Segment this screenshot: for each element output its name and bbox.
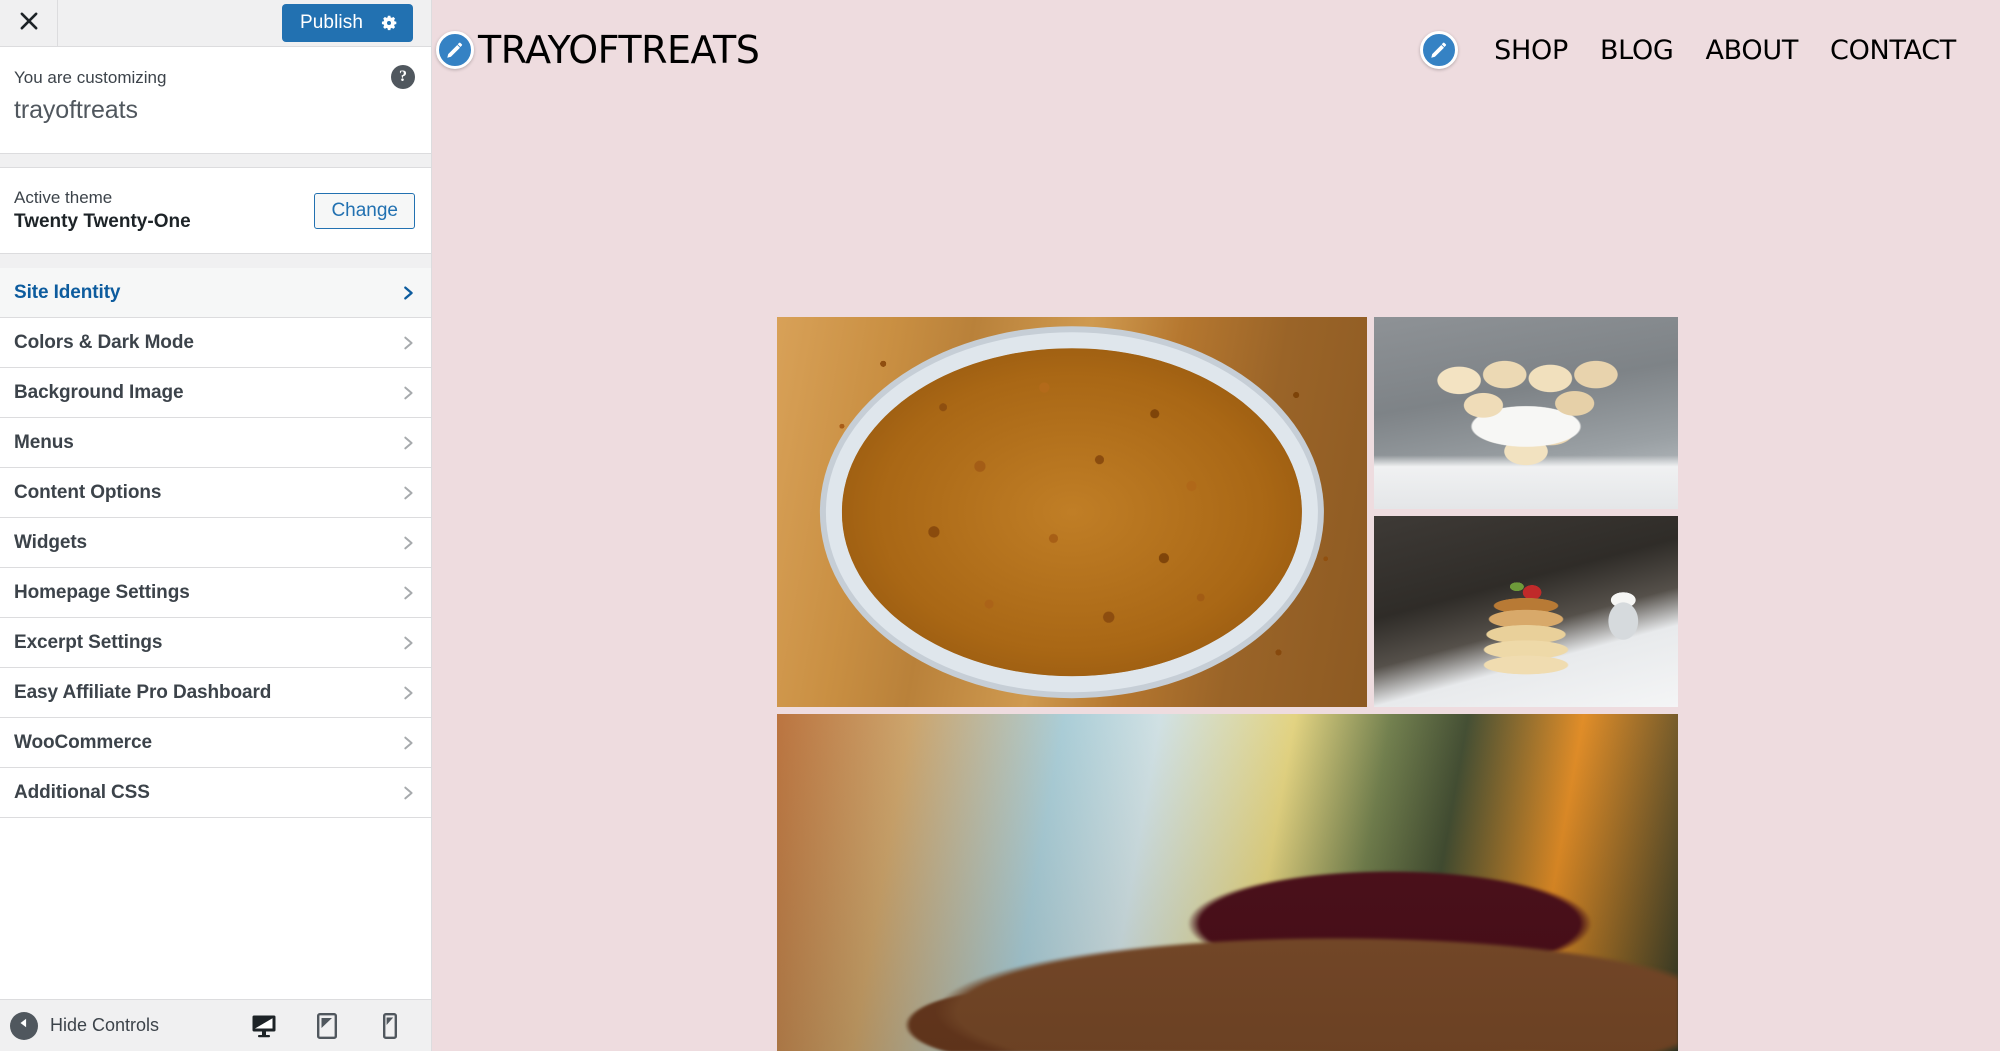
mobile-preview-icon[interactable] xyxy=(375,1011,405,1041)
help-button[interactable]: ? xyxy=(391,65,415,89)
nav-item-blog[interactable]: BLOG xyxy=(1584,35,1690,66)
desktop-preview-icon[interactable] xyxy=(249,1011,279,1041)
collapse-left-arrow-icon xyxy=(17,1016,31,1035)
header-spacer xyxy=(58,0,282,46)
nav-item-about[interactable]: ABOUT xyxy=(1690,35,1815,66)
sidebar-item-colors-dark-mode[interactable]: Colors & Dark Mode xyxy=(0,318,431,368)
panel-label: Widgets xyxy=(14,531,88,553)
chevron-right-icon xyxy=(399,734,417,752)
customizer-app: Publish You are customizing trayoftreats… xyxy=(0,0,2000,1051)
chevron-right-icon xyxy=(399,484,417,502)
primary-navigation: SHOP BLOG ABOUT CONTACT xyxy=(1478,35,1956,66)
change-theme-button[interactable]: Change xyxy=(314,192,415,229)
publish-button[interactable]: Publish xyxy=(281,4,413,42)
site-branding: TRAYOFTREATS xyxy=(436,28,760,72)
nav-item-shop[interactable]: SHOP xyxy=(1478,35,1584,66)
sidebar-item-background-image[interactable]: Background Image xyxy=(0,368,431,418)
sidebar-item-menus[interactable]: Menus xyxy=(0,418,431,468)
customizing-label: You are customizing xyxy=(14,68,167,87)
publish-button-label: Publish xyxy=(299,12,363,33)
gallery-photo xyxy=(1374,317,1678,509)
sidebar-item-content-options[interactable]: Content Options xyxy=(0,468,431,518)
gallery-right-column xyxy=(1374,317,1678,707)
active-theme-row: Active theme Twenty Twenty-One Change xyxy=(0,168,431,254)
active-theme-label: Active theme xyxy=(14,188,113,207)
nav-menu-pencil-edit-icon[interactable] xyxy=(1420,31,1459,69)
publish-area: Publish xyxy=(281,0,431,46)
chevron-right-icon xyxy=(399,784,417,802)
sidebar-item-additional-css[interactable]: Additional CSS xyxy=(0,768,431,818)
hide-controls-label[interactable]: Hide Controls xyxy=(50,1015,159,1036)
close-x-icon xyxy=(18,10,40,37)
gallery-image-cherry-cheesecake[interactable] xyxy=(777,714,1678,1051)
active-theme-text: Active theme Twenty Twenty-One xyxy=(14,186,191,235)
customizer-sidebar: Publish You are customizing trayoftreats… xyxy=(0,0,432,1051)
gallery-image-caramel-pie[interactable] xyxy=(777,317,1367,707)
panels-top-strip xyxy=(0,254,431,268)
gallery-photo xyxy=(777,714,1678,1051)
panel-label: Menus xyxy=(14,431,74,453)
site-preview-frame[interactable]: TRAYOFTREATS SHOP BLOG ABOUT CONTACT xyxy=(432,0,2000,1051)
panel-label: Excerpt Settings xyxy=(14,631,163,653)
sidebar-item-site-identity[interactable]: Site Identity xyxy=(0,268,431,318)
sidebar-item-easy-affiliate-pro-dashboard[interactable]: Easy Affiliate Pro Dashboard xyxy=(0,668,431,718)
chevron-right-icon xyxy=(399,384,417,402)
section-divider-strip xyxy=(0,154,431,168)
chevron-right-icon xyxy=(399,284,417,302)
customizer-footer: Hide Controls xyxy=(0,999,431,1051)
image-gallery xyxy=(777,317,1678,1051)
chevron-right-icon xyxy=(399,684,417,702)
sidebar-item-woocommerce[interactable]: WooCommerce xyxy=(0,718,431,768)
sidebar-item-widgets[interactable]: Widgets xyxy=(0,518,431,568)
customizing-info-block: You are customizing trayoftreats ? xyxy=(0,47,431,154)
customizer-header-bar: Publish xyxy=(0,0,431,47)
gallery-photo xyxy=(1374,515,1678,707)
customizer-panel-list: Site Identity Colors & Dark Mode Backgro… xyxy=(0,268,431,999)
device-preview-buttons xyxy=(249,1011,417,1041)
site-header: TRAYOFTREATS SHOP BLOG ABOUT CONTACT xyxy=(432,0,2000,100)
collapse-sidebar-button[interactable] xyxy=(10,1011,38,1040)
panel-label: Content Options xyxy=(14,481,162,503)
gallery-image-pancake-stack[interactable] xyxy=(1374,515,1678,707)
gallery-image-powdered-donuts[interactable] xyxy=(1374,317,1678,509)
panel-label: Additional CSS xyxy=(14,781,150,803)
site-title: TRAYOFTREATS xyxy=(478,28,760,72)
chevron-right-icon xyxy=(399,584,417,602)
gear-icon[interactable] xyxy=(379,13,399,33)
active-theme-name: Twenty Twenty-One xyxy=(14,211,191,232)
panel-label: Background Image xyxy=(14,381,184,403)
chevron-right-icon xyxy=(399,534,417,552)
site-nav-area: SHOP BLOG ABOUT CONTACT xyxy=(1420,31,1956,69)
chevron-right-icon xyxy=(399,434,417,452)
panel-label: Easy Affiliate Pro Dashboard xyxy=(14,681,272,703)
chevron-right-icon xyxy=(399,634,417,652)
sidebar-item-homepage-settings[interactable]: Homepage Settings xyxy=(0,568,431,618)
panel-label: Site Identity xyxy=(14,281,121,303)
panel-label: WooCommerce xyxy=(14,731,152,753)
nav-item-contact[interactable]: CONTACT xyxy=(1814,35,1956,66)
customizing-site-name: trayoftreats xyxy=(14,96,138,124)
gallery-photo xyxy=(777,317,1367,707)
site-title-pencil-edit-icon[interactable] xyxy=(436,31,474,69)
panel-label: Homepage Settings xyxy=(14,581,190,603)
close-customizer-button[interactable] xyxy=(0,0,58,46)
tablet-preview-icon[interactable] xyxy=(312,1011,342,1041)
sidebar-item-excerpt-settings[interactable]: Excerpt Settings xyxy=(0,618,431,668)
chevron-right-icon xyxy=(399,334,417,352)
panel-label: Colors & Dark Mode xyxy=(14,331,194,353)
gallery-top-row xyxy=(777,317,1678,707)
